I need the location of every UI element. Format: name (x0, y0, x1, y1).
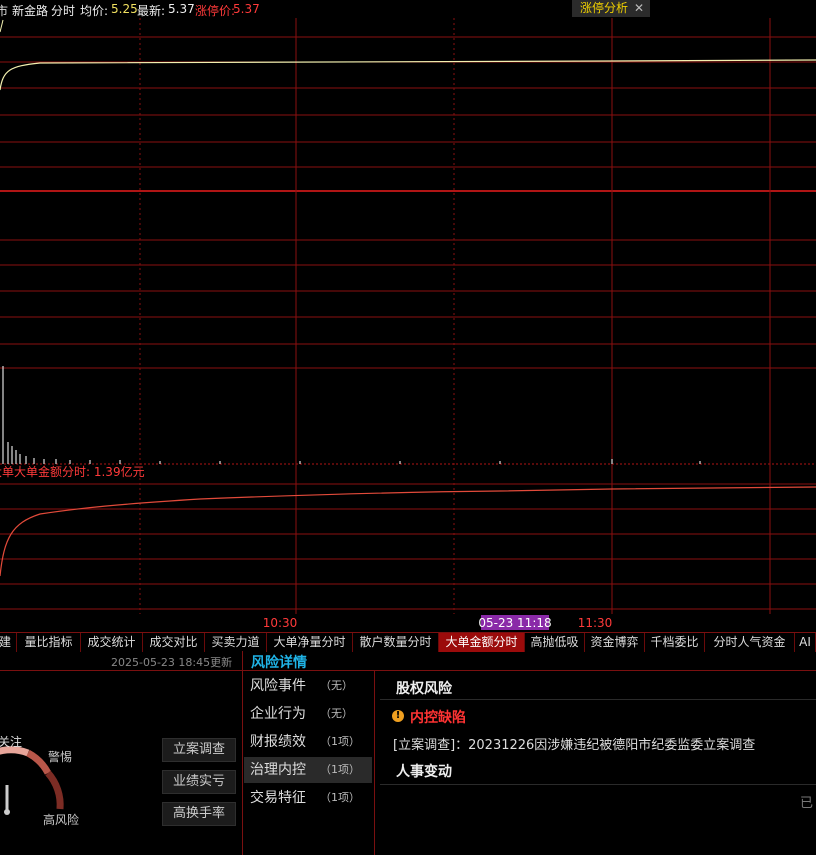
tab-12[interactable]: AI (795, 633, 816, 652)
price-line-start (0, 19, 4, 33)
risk-menu-count: （无） (320, 679, 353, 692)
gauge-label-watch: 关注 (0, 735, 23, 749)
x-tick-1030: 10:30 (263, 616, 298, 630)
indicator-line-group (0, 486, 816, 577)
close-icon[interactable]: ✕ (634, 0, 644, 17)
risk-menu-count: （1项） (320, 763, 360, 776)
chart-mode: 分时 (51, 4, 76, 18)
avg-price-value: 5.25 (111, 2, 138, 16)
tab-4[interactable]: 买卖力道 (205, 633, 267, 652)
market-prefix: 市 (0, 4, 9, 18)
tab-10[interactable]: 千档委比 (645, 633, 705, 652)
indicator-line (0, 486, 816, 577)
risk-menu-count: （1项） (320, 791, 360, 804)
limit-price-value: 5.37 (233, 2, 260, 16)
tab-7[interactable]: 大单金额分时 (439, 633, 525, 652)
risk-menu-item[interactable]: 交易特征 （1项） (244, 785, 372, 811)
tab-3[interactable]: 成交对比 (143, 633, 205, 652)
risk-menu-item[interactable]: 企业行为 （无） (244, 701, 372, 727)
indicator-tab-bar: 建量比指标 成交统计 成交对比 买卖力道 大单净量分时 散户数量分时 大单金额分时 高抛低吸资… (0, 632, 816, 652)
latest-label: 最新: (137, 4, 166, 18)
warn-title: 内控缺陷 (410, 710, 466, 726)
price-line (0, 59, 816, 91)
chart-grid (0, 18, 816, 614)
indicator-prefix: 大单 (0, 465, 14, 479)
risk-menu-item[interactable]: 治理内控 （1项） (244, 757, 372, 783)
limit-price-label: 涨停价: (195, 4, 236, 18)
tab-0[interactable]: 建 (0, 633, 17, 652)
warning-icon: ! (392, 710, 404, 722)
risk-detail-title: 风险详情 (251, 655, 307, 671)
update-time: 2025-05-23 18:45更新 (111, 656, 233, 669)
tab-6[interactable]: 散户数量分时 (353, 633, 439, 652)
gauge-label-alert: 警惕 (48, 750, 73, 764)
price-line-group (0, 19, 816, 91)
section-equity-risk: 股权风险 (396, 681, 452, 697)
avg-price-label: 均价: (80, 4, 109, 18)
x-tick-1130: 11:30 (578, 616, 613, 630)
tab-1[interactable]: 量比指标 (17, 633, 81, 652)
warn-detail: [立案调查]：20231226因涉嫌违纪被德阳市纪委监委立案调查 (393, 738, 756, 753)
latest-value: 5.37 (168, 2, 195, 16)
risk-menu-label: 治理内控 (250, 762, 306, 778)
tab-8[interactable]: 高抛低吸 (525, 633, 585, 652)
tab-11[interactable]: 分时人气资金 (705, 633, 795, 652)
risk-menu-label: 财报绩效 (250, 734, 306, 750)
risk-menu-count: （1项） (320, 735, 360, 748)
footer-partial: 已 (800, 796, 814, 811)
risk-menu-count: （无） (320, 707, 353, 720)
limit-analysis-button[interactable]: 涨停分析 ✕ (572, 0, 650, 17)
risk-menu-item[interactable]: 风险事件 （无） (244, 673, 372, 699)
risk-menu-label: 风险事件 (250, 678, 306, 694)
stock-name: 新金路 (12, 4, 49, 18)
limit-analysis-label: 涨停分析 (580, 1, 629, 15)
tab-2[interactable]: 成交统计 (81, 633, 143, 652)
chart-header: 市 新金路 分时 均价: 5.25 最新: 5.37 涨停价: 5.37 (0, 0, 816, 18)
risk-menu-label: 企业行为 (250, 706, 306, 722)
tag-button-turnover[interactable]: 高换手率 (162, 802, 236, 826)
section-personnel: 人事变动 (396, 764, 452, 780)
tag-button-loss[interactable]: 业绩实亏 (162, 770, 236, 794)
indicator-title: 大单金额分时: 1.39亿元 (14, 464, 145, 479)
cursor-time-label: 05-23 11:18 (478, 616, 551, 630)
risk-panel: 2025-05-23 18:45更新 风险详情 关注 警惕 高风险 立案调查 业… (0, 651, 816, 855)
tab-5[interactable]: 大单净量分时 (267, 633, 353, 652)
risk-menu-label: 交易特征 (250, 790, 306, 806)
tab-9[interactable]: 资金博弈 (585, 633, 645, 652)
intraday-chart[interactable]: 大单 大单金额分时: 1.39亿元 10:30 05-23 11:18 11:3… (0, 18, 816, 632)
tag-button-investigation[interactable]: 立案调查 (162, 738, 236, 762)
volume-bars (2, 366, 701, 464)
gauge-label-high-risk: 高风险 (43, 813, 80, 827)
risk-menu-item[interactable]: 财报绩效 （1项） (244, 729, 372, 755)
